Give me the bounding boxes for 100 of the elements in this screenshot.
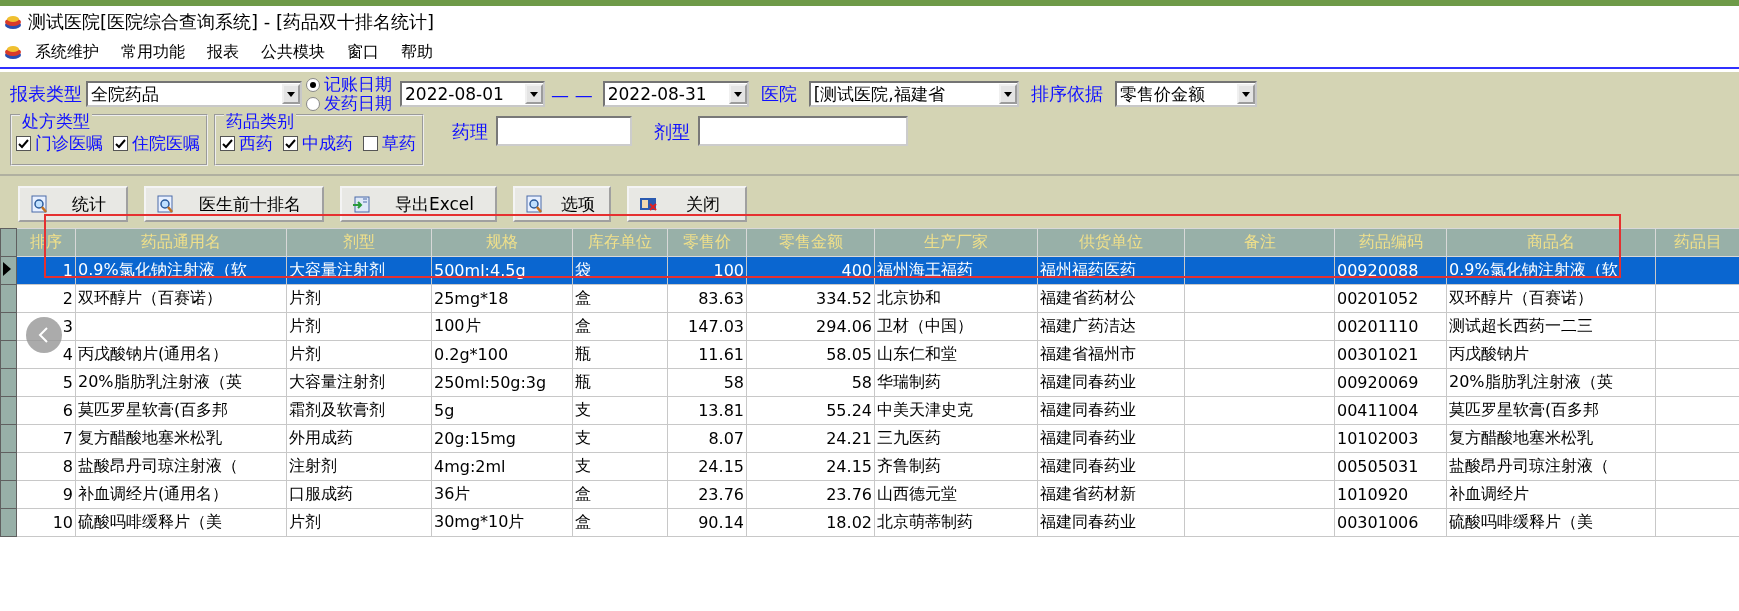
table-cell: 11.61: [667, 340, 747, 369]
toolbar-button[interactable]: 统计: [18, 186, 128, 222]
checkbox-label: 门诊医嘱: [35, 132, 103, 155]
table-cell: 瓶: [572, 340, 668, 369]
checkbox-label: 西药: [239, 132, 273, 155]
checkbox-label: 草药: [382, 132, 416, 155]
table-cell: 丙戊酸钠片(通用名）: [75, 340, 287, 369]
table-cell: 福建省福州市: [1037, 340, 1185, 369]
table-cell: 250ml:50g:3g: [431, 368, 573, 397]
table-cell: 00505031: [1334, 452, 1447, 481]
table-cell: 卫材（中国）: [874, 312, 1038, 341]
dropdown-field[interactable]: 零售价金额: [1114, 81, 1257, 107]
search-icon: [525, 195, 543, 213]
radio-button[interactable]: [306, 96, 320, 111]
checkbox[interactable]: [220, 136, 235, 151]
table-cell: 补血调经片(通用名）: [75, 480, 287, 509]
table-cell: 盒: [572, 480, 668, 509]
checkbox-label: 住院医嘱: [132, 132, 200, 155]
table-cell: 双环醇片（百赛诺）: [1446, 284, 1656, 313]
table-cell: 334.52: [746, 284, 875, 313]
table-cell: 片剂: [286, 340, 432, 369]
menu-item[interactable]: 系统维护: [26, 41, 108, 63]
table-cell: 100片: [431, 312, 573, 341]
table-cell: 24.15: [667, 452, 747, 481]
table-cell: 13.81: [667, 396, 747, 425]
table-cell: 7: [16, 424, 76, 453]
checkbox[interactable]: [363, 136, 378, 151]
table-cell: 8.07: [667, 424, 747, 453]
checkbox[interactable]: [113, 136, 128, 151]
field-label: 医院: [760, 82, 797, 106]
window-title: 测试医院[医院综合查询系统] - [药品双十排名统计]: [28, 9, 435, 34]
table-cell: 00201110: [1334, 312, 1447, 341]
app-icon: [4, 13, 22, 30]
table-cell: 支: [572, 452, 668, 481]
table-cell: 福建广药洁达: [1037, 312, 1185, 341]
table-cell: 山西德元堂: [874, 480, 1038, 509]
field-label: 排序依据: [1030, 82, 1103, 106]
app-icon: [4, 44, 22, 60]
dropdown-field[interactable]: 2022-08-31: [602, 81, 749, 107]
table-cell: 23.76: [667, 480, 747, 509]
toolbar-button[interactable]: 导出Excel: [340, 186, 497, 222]
table-cell: 片剂: [286, 312, 432, 341]
table-cell: 中美天津史克: [874, 396, 1038, 425]
input-field[interactable]: [496, 116, 632, 146]
table-cell: 北京萌蒂制药: [874, 508, 1038, 537]
table-cell: 福建省药材新: [1037, 480, 1185, 509]
table-cell: 硫酸吗啡缓释片（美: [1446, 508, 1656, 537]
table-cell: 复方醋酸地塞米松乳: [75, 424, 287, 453]
table-cell: 三九医药: [874, 424, 1038, 453]
table-cell: 支: [572, 396, 668, 425]
table-cell: 10102003: [1334, 424, 1447, 453]
table-cell: 5g: [431, 396, 573, 425]
table-cell: 00301006: [1334, 508, 1447, 537]
table-cell: 盐酸昂丹司琼注射液（: [75, 452, 287, 481]
table-cell: 5: [16, 368, 76, 397]
toolbar-button[interactable]: 选项: [513, 186, 611, 222]
radio-button[interactable]: [306, 77, 320, 92]
dropdown-field[interactable]: [测试医院,福建省: [808, 81, 1019, 107]
menu-item[interactable]: 报表: [198, 41, 248, 63]
table-cell: 华瑞制药: [874, 368, 1038, 397]
table-cell: 58: [667, 368, 747, 397]
table-cell: 2: [16, 284, 76, 313]
table-cell: 福建同春药业: [1037, 368, 1185, 397]
table-cell: 4mg:2ml: [431, 452, 573, 481]
table-cell: 147.03: [667, 312, 747, 341]
menu-item[interactable]: 常用功能: [112, 41, 194, 63]
toolbar-button[interactable]: 医生前十排名: [144, 186, 324, 222]
radio-label: 发药日期: [324, 94, 392, 113]
table-cell: 00411004: [1334, 396, 1447, 425]
table-cell: 盒: [572, 284, 668, 313]
previous-arrow-button[interactable]: [26, 317, 62, 353]
table-cell: 8: [16, 452, 76, 481]
table-cell: 盒: [572, 508, 668, 537]
field-label: 药理: [452, 120, 488, 144]
table-cell: 山东仁和堂: [874, 340, 1038, 369]
input-field[interactable]: [698, 116, 908, 146]
table-cell: 00201052: [1334, 284, 1447, 313]
toolbar-button[interactable]: 关闭: [627, 186, 747, 222]
checkbox[interactable]: [283, 136, 298, 151]
dropdown-field[interactable]: 全院药品: [86, 81, 302, 107]
table-cell: 北京协和: [874, 284, 1038, 313]
table-cell: 支: [572, 424, 668, 453]
dropdown-field[interactable]: 2022-08-01: [400, 81, 545, 107]
table-cell: 9: [16, 480, 76, 509]
table-cell: 00920069: [1334, 368, 1447, 397]
table-cell: 盒: [572, 312, 668, 341]
menu-item[interactable]: 帮助: [392, 41, 442, 63]
table-cell: 补血调经片: [1446, 480, 1656, 509]
table-cell: 盐酸昂丹司琼注射液（: [1446, 452, 1656, 481]
table-cell: 福建省药材公: [1037, 284, 1185, 313]
menu-item[interactable]: 窗口: [338, 41, 388, 63]
menu-item[interactable]: 公共模块: [252, 41, 334, 63]
export-icon: [352, 195, 370, 213]
checkbox[interactable]: [16, 136, 31, 151]
table-cell: 大容量注射剂: [286, 368, 432, 397]
table-cell: 片剂: [286, 508, 432, 537]
date-separator: — —: [551, 83, 593, 105]
table-cell: 丙戊酸钠片: [1446, 340, 1656, 369]
table-cell: 83.63: [667, 284, 747, 313]
table-cell: 福建同春药业: [1037, 452, 1185, 481]
